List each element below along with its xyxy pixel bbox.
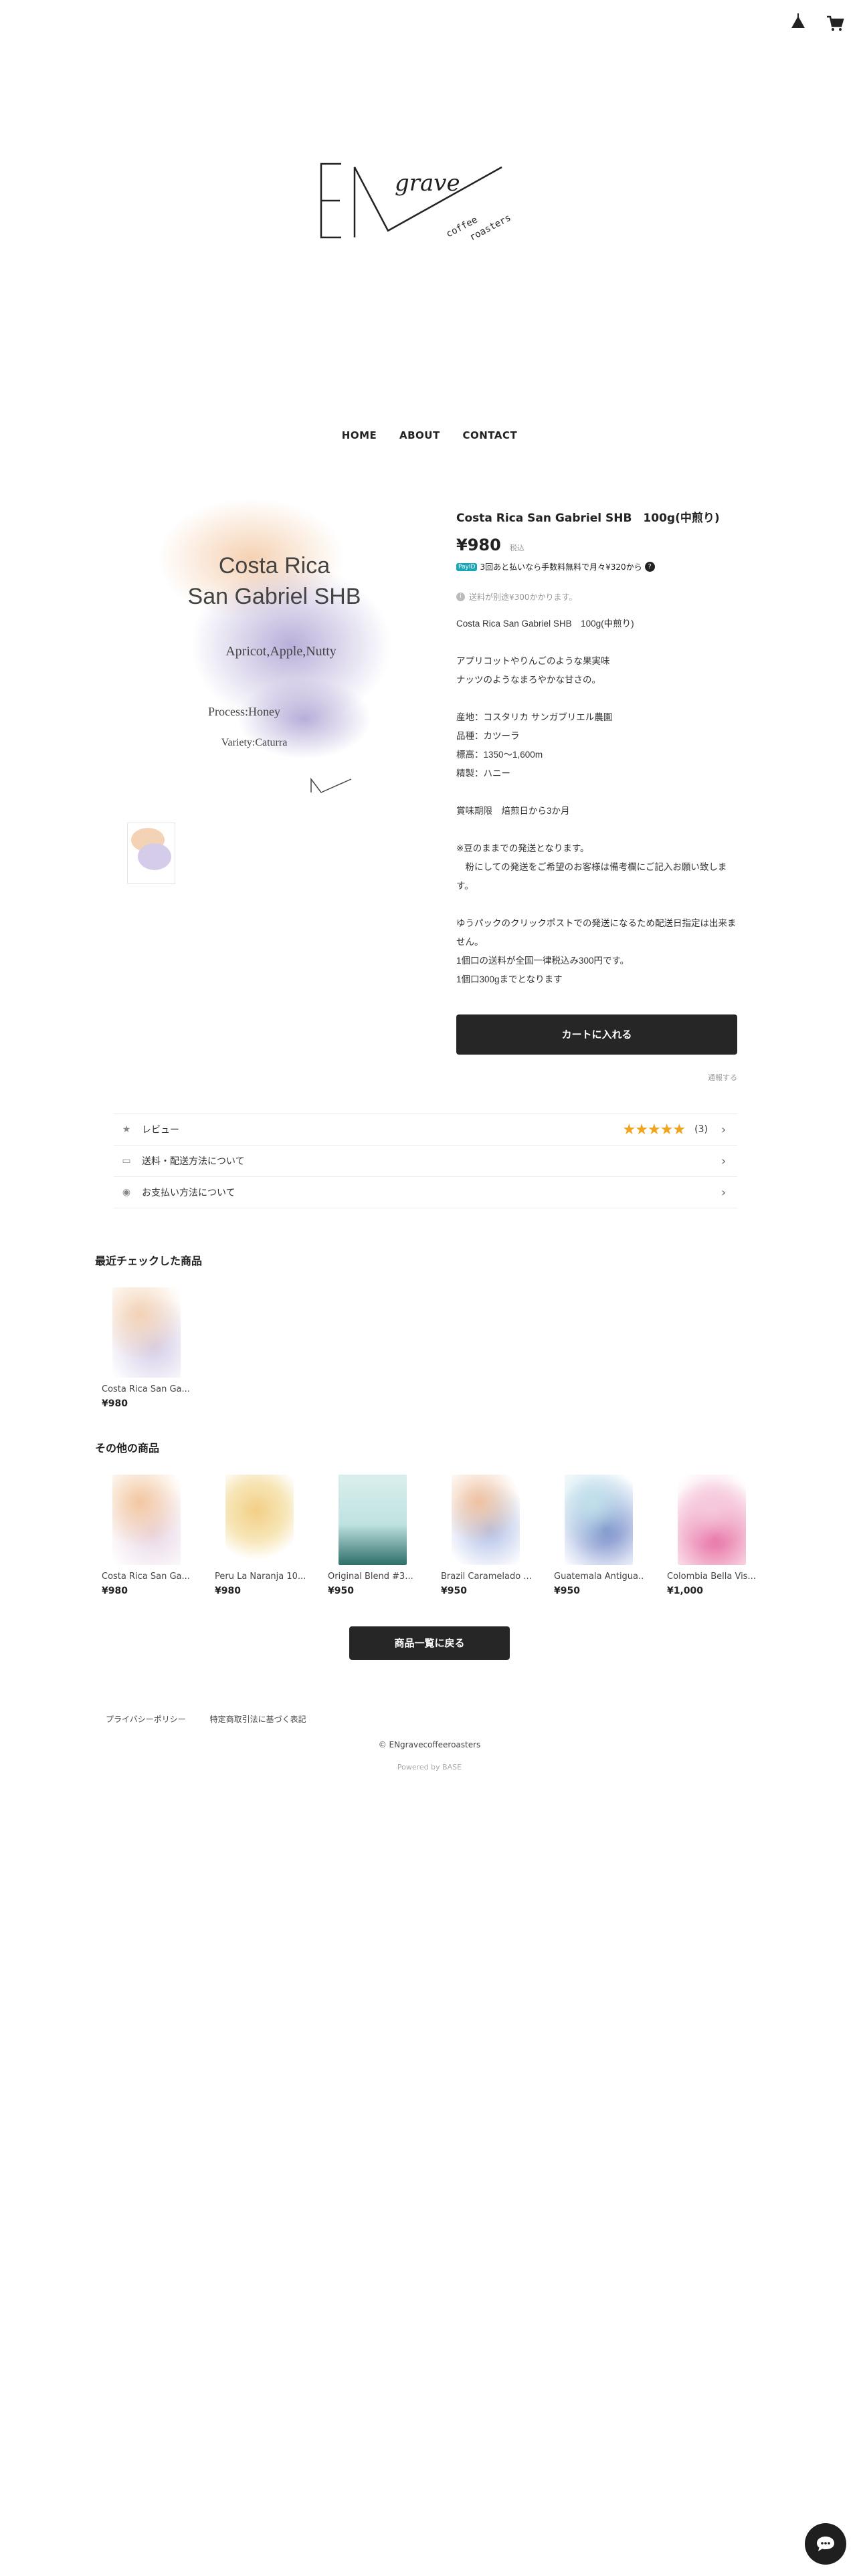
svg-text:Apricot,Apple,Nutty: Apricot,Apple,Nutty bbox=[225, 644, 337, 659]
nav-contact[interactable]: CONTACT bbox=[462, 429, 517, 441]
accordion-shipping[interactable]: ▭ 送料・配送方法について › bbox=[114, 1145, 737, 1176]
product-card[interactable]: Peru La Naranja 10... ¥980 bbox=[215, 1475, 305, 1596]
add-to-cart-button[interactable]: カートに入れる bbox=[456, 1014, 737, 1055]
payid-banner[interactable]: PayID 3回あと払いなら手数料無料で月々¥320から ? bbox=[456, 561, 737, 572]
chevron-right-icon: › bbox=[721, 1154, 727, 1168]
product-main-image[interactable]: Costa Rica San Gabriel SHB Apricot,Apple… bbox=[151, 498, 391, 819]
main-nav: HOME ABOUT CONTACT bbox=[0, 429, 859, 441]
shipping-note: i 送料が別途¥300かかります。 bbox=[456, 591, 737, 603]
product-card[interactable]: Costa Rica San Ga... ¥980 bbox=[102, 1475, 192, 1596]
star-icon: ★ bbox=[122, 1124, 131, 1135]
nav-about[interactable]: ABOUT bbox=[399, 429, 440, 441]
accordion-payment[interactable]: ◉ お支払い方法について › bbox=[114, 1176, 737, 1208]
copyright: © ENgravecoffeeroasters bbox=[378, 1740, 481, 1749]
product-card[interactable]: Brazil Caramelado ... ¥950 bbox=[441, 1475, 531, 1596]
product-image bbox=[339, 1475, 407, 1565]
footer-links: プライバシーポリシー 特定商取引法に基づく表記 bbox=[106, 1713, 328, 1725]
review-count: (3) bbox=[694, 1124, 708, 1135]
chevron-right-icon: › bbox=[721, 1122, 727, 1137]
tax-label: 税込 bbox=[509, 544, 524, 552]
product-info: Costa Rica San Gabriel SHB 100g(中煎り) ¥98… bbox=[456, 508, 737, 989]
coin-icon: ◉ bbox=[122, 1187, 131, 1198]
product-image bbox=[565, 1475, 633, 1565]
recent-product-card[interactable]: Costa Rica San Ga... ¥980 bbox=[102, 1287, 192, 1409]
powered-by[interactable]: Powered by BASE bbox=[0, 1763, 859, 1772]
product-card[interactable]: Guatemala Antigua... ¥950 bbox=[554, 1475, 644, 1596]
product-card[interactable]: Colombia Bella Vis... ¥1,000 bbox=[667, 1475, 757, 1596]
product-image bbox=[678, 1475, 746, 1565]
chat-button[interactable] bbox=[805, 2523, 846, 2565]
svg-text:Process:Honey: Process:Honey bbox=[208, 705, 280, 718]
legal-notice-link[interactable]: 特定商取引法に基づく表記 bbox=[210, 1715, 306, 1724]
truck-icon: ▭ bbox=[122, 1156, 131, 1166]
privacy-policy-link[interactable]: プライバシーポリシー bbox=[106, 1715, 186, 1724]
svg-text:grave: grave bbox=[395, 170, 460, 197]
nav-home[interactable]: HOME bbox=[342, 429, 377, 441]
product-thumbnail[interactable] bbox=[127, 823, 175, 884]
product-title: Costa Rica San Gabriel SHB 100g(中煎り) bbox=[456, 512, 720, 525]
report-link[interactable]: 通報する bbox=[669, 1072, 737, 1083]
help-icon[interactable]: ? bbox=[644, 562, 655, 572]
product-price: ¥980 bbox=[456, 536, 501, 554]
info-icon: i bbox=[456, 593, 465, 601]
recent-title: 最近チェックした商品 bbox=[95, 1255, 203, 1267]
payid-text: 3回あと払いなら手数料無料で月々¥320から bbox=[480, 562, 642, 572]
svg-text:Variety:Caturra: Variety:Caturra bbox=[221, 737, 288, 748]
svg-text:San Gabriel SHB: San Gabriel SHB bbox=[188, 584, 361, 609]
product-image bbox=[112, 1475, 181, 1565]
product-card[interactable]: Original Blend #3... ¥950 bbox=[328, 1475, 418, 1596]
product-image bbox=[452, 1475, 520, 1565]
back-to-list-button[interactable]: 商品一覧に戻る bbox=[349, 1626, 510, 1660]
product-image bbox=[112, 1287, 181, 1378]
user-icon[interactable] bbox=[787, 12, 809, 33]
product-image bbox=[225, 1475, 294, 1565]
payid-logo-icon: PayID bbox=[456, 562, 478, 571]
accordion-reviews[interactable]: ★ レビュー ★★★★★ (3) › bbox=[114, 1113, 737, 1145]
brand-logo[interactable]: grave coffee roasters bbox=[314, 157, 555, 257]
chevron-right-icon: › bbox=[721, 1185, 727, 1200]
cart-icon[interactable] bbox=[824, 12, 846, 33]
chat-bubble-icon bbox=[817, 2537, 834, 2551]
svg-text:Costa Rica: Costa Rica bbox=[219, 553, 330, 578]
others-title: その他の商品 bbox=[95, 1442, 160, 1455]
product-description: Costa Rica San Gabriel SHB 100g(中煎り) アプリ… bbox=[456, 619, 737, 984]
rating-stars: ★★★★★ bbox=[622, 1121, 686, 1138]
